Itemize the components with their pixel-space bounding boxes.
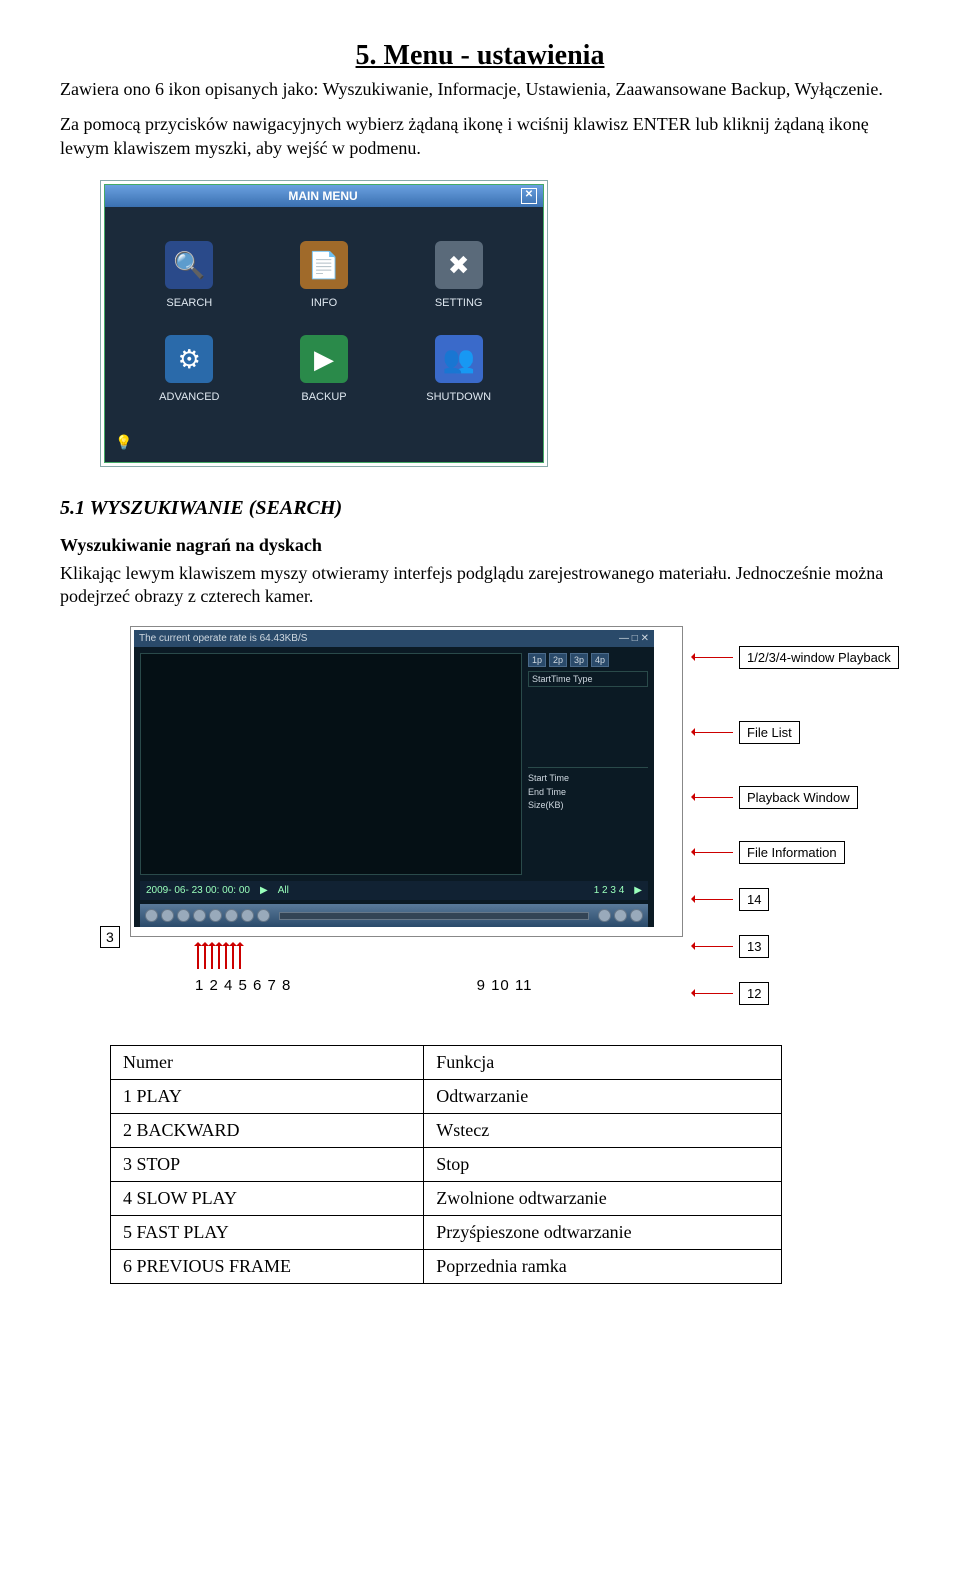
playback-all-label: All — [278, 885, 289, 896]
setting-icon: ✖ — [435, 241, 483, 289]
prev-frame-icon[interactable] — [225, 909, 238, 922]
table-header-numer: Numer — [111, 1046, 424, 1080]
gear-icon: ⚙ — [165, 335, 213, 383]
menu-label: SEARCH — [127, 297, 252, 309]
callout-file-list: File List — [739, 721, 800, 744]
table-row: 3 STOPStop — [111, 1148, 782, 1182]
fast-icon[interactable] — [209, 909, 222, 922]
intro-paragraph-1: Zawiera ono 6 ikon opisanych jako: Wyszu… — [60, 78, 900, 101]
menu-label: BACKUP — [262, 391, 387, 403]
playback-slider[interactable] — [279, 912, 589, 920]
callout-12: 12 — [739, 982, 769, 1005]
menu-item-search[interactable]: 🔍 SEARCH — [127, 241, 252, 309]
table-row: 4 SLOW PLAYZwolnione odtwarzanie — [111, 1182, 782, 1216]
menu-label: ADVANCED — [127, 391, 252, 403]
info-start-time: Start Time — [528, 772, 648, 786]
menu-label: SETTING — [396, 297, 521, 309]
split-2-button[interactable]: 2p — [549, 653, 567, 667]
info-size: Size(KB) — [528, 799, 648, 813]
menu-item-setting[interactable]: ✖ SETTING — [396, 241, 521, 309]
callout-playback-window: Playback Window — [739, 786, 858, 809]
table-row: 5 FAST PLAYPrzyśpieszone odtwarzanie — [111, 1216, 782, 1250]
ctrl-9-icon[interactable] — [598, 909, 611, 922]
table-row: 2 BACKWARDWstecz — [111, 1114, 782, 1148]
window-controls[interactable]: — □ ✕ — [619, 633, 649, 644]
info-end-time: End Time — [528, 786, 648, 800]
next-frame-icon[interactable] — [241, 909, 254, 922]
section-5-1-heading: 5.1 WYSZUKIWANIE (SEARCH) — [60, 497, 900, 520]
split-1-button[interactable]: 1p — [528, 653, 546, 667]
bottom-numbers-left: 1 2 4 5 6 7 8 — [195, 977, 291, 994]
bottom-numbers-right: 9 10 11 — [477, 977, 533, 994]
info-icon: 📄 — [300, 241, 348, 289]
callout-file-information: File Information — [739, 841, 845, 864]
ctrl-11-icon[interactable] — [630, 909, 643, 922]
channel-numbers: 1 2 3 4 — [594, 885, 625, 896]
playback-video-area[interactable] — [140, 653, 522, 875]
callout-window-playback: 1/2/3/4-window Playback — [739, 646, 899, 669]
playback-controls[interactable] — [140, 904, 648, 927]
callout-13: 13 — [739, 935, 769, 958]
close-icon[interactable]: ✕ — [521, 188, 537, 204]
menu-item-info[interactable]: 📄 INFO — [262, 241, 387, 309]
bulb-icon: 💡 — [105, 429, 543, 462]
callout-number-3: 3 — [100, 926, 120, 948]
intro-paragraph-2: Za pomocą przycisków nawigacyjnych wybie… — [60, 113, 900, 160]
callout-14: 14 — [739, 888, 769, 911]
subsection-text: Klikając lewym klawiszem myszy otwieramy… — [60, 562, 900, 609]
ctrl-10-icon[interactable] — [614, 909, 627, 922]
playback-screenshot: 3 The current operate rate is 64.43KB/S … — [100, 626, 900, 1005]
mainmenu-title: MAIN MENU — [288, 189, 357, 203]
table-row: Numer Funkcja — [111, 1046, 782, 1080]
table-row: 1 PLAYOdtwarzanie — [111, 1080, 782, 1114]
menu-item-shutdown[interactable]: 👥 SHUTDOWN — [396, 335, 521, 403]
menu-item-backup[interactable]: ▶ BACKUP — [262, 335, 387, 403]
bottom-arrows — [163, 943, 683, 969]
menu-label: INFO — [262, 297, 387, 309]
backward-icon[interactable] — [161, 909, 174, 922]
menu-item-advanced[interactable]: ⚙ ADVANCED — [127, 335, 252, 403]
starttime-type-label: StartTime Type — [528, 671, 648, 687]
menu-label: SHUTDOWN — [396, 391, 521, 403]
playback-timestamp: 2009- 06- 23 00: 00: 00 — [146, 885, 250, 896]
shutdown-icon: 👥 — [435, 335, 483, 383]
table-header-funkcja: Funkcja — [424, 1046, 782, 1080]
slow-icon[interactable] — [193, 909, 206, 922]
function-table: Numer Funkcja 1 PLAYOdtwarzanie 2 BACKWA… — [110, 1045, 782, 1284]
page-title: 5. Menu - ustawienia — [60, 40, 900, 72]
subsection-heading: Wyszukiwanie nagrań na dyskach — [60, 534, 900, 557]
extra-icon[interactable] — [257, 909, 270, 922]
stop-icon[interactable] — [177, 909, 190, 922]
titlebar-text: The current operate rate is 64.43KB/S — [139, 633, 307, 644]
table-row: 6 PREVIOUS FRAMEPoprzednia ramka — [111, 1250, 782, 1284]
backup-icon: ▶ — [300, 335, 348, 383]
split-4-button[interactable]: 4p — [591, 653, 609, 667]
mainmenu-screenshot: MAIN MENU ✕ 🔍 SEARCH 📄 INFO ✖ SETTING ⚙ … — [100, 180, 548, 467]
search-icon: 🔍 — [165, 241, 213, 289]
split-3-button[interactable]: 3p — [570, 653, 588, 667]
play-icon[interactable] — [145, 909, 158, 922]
